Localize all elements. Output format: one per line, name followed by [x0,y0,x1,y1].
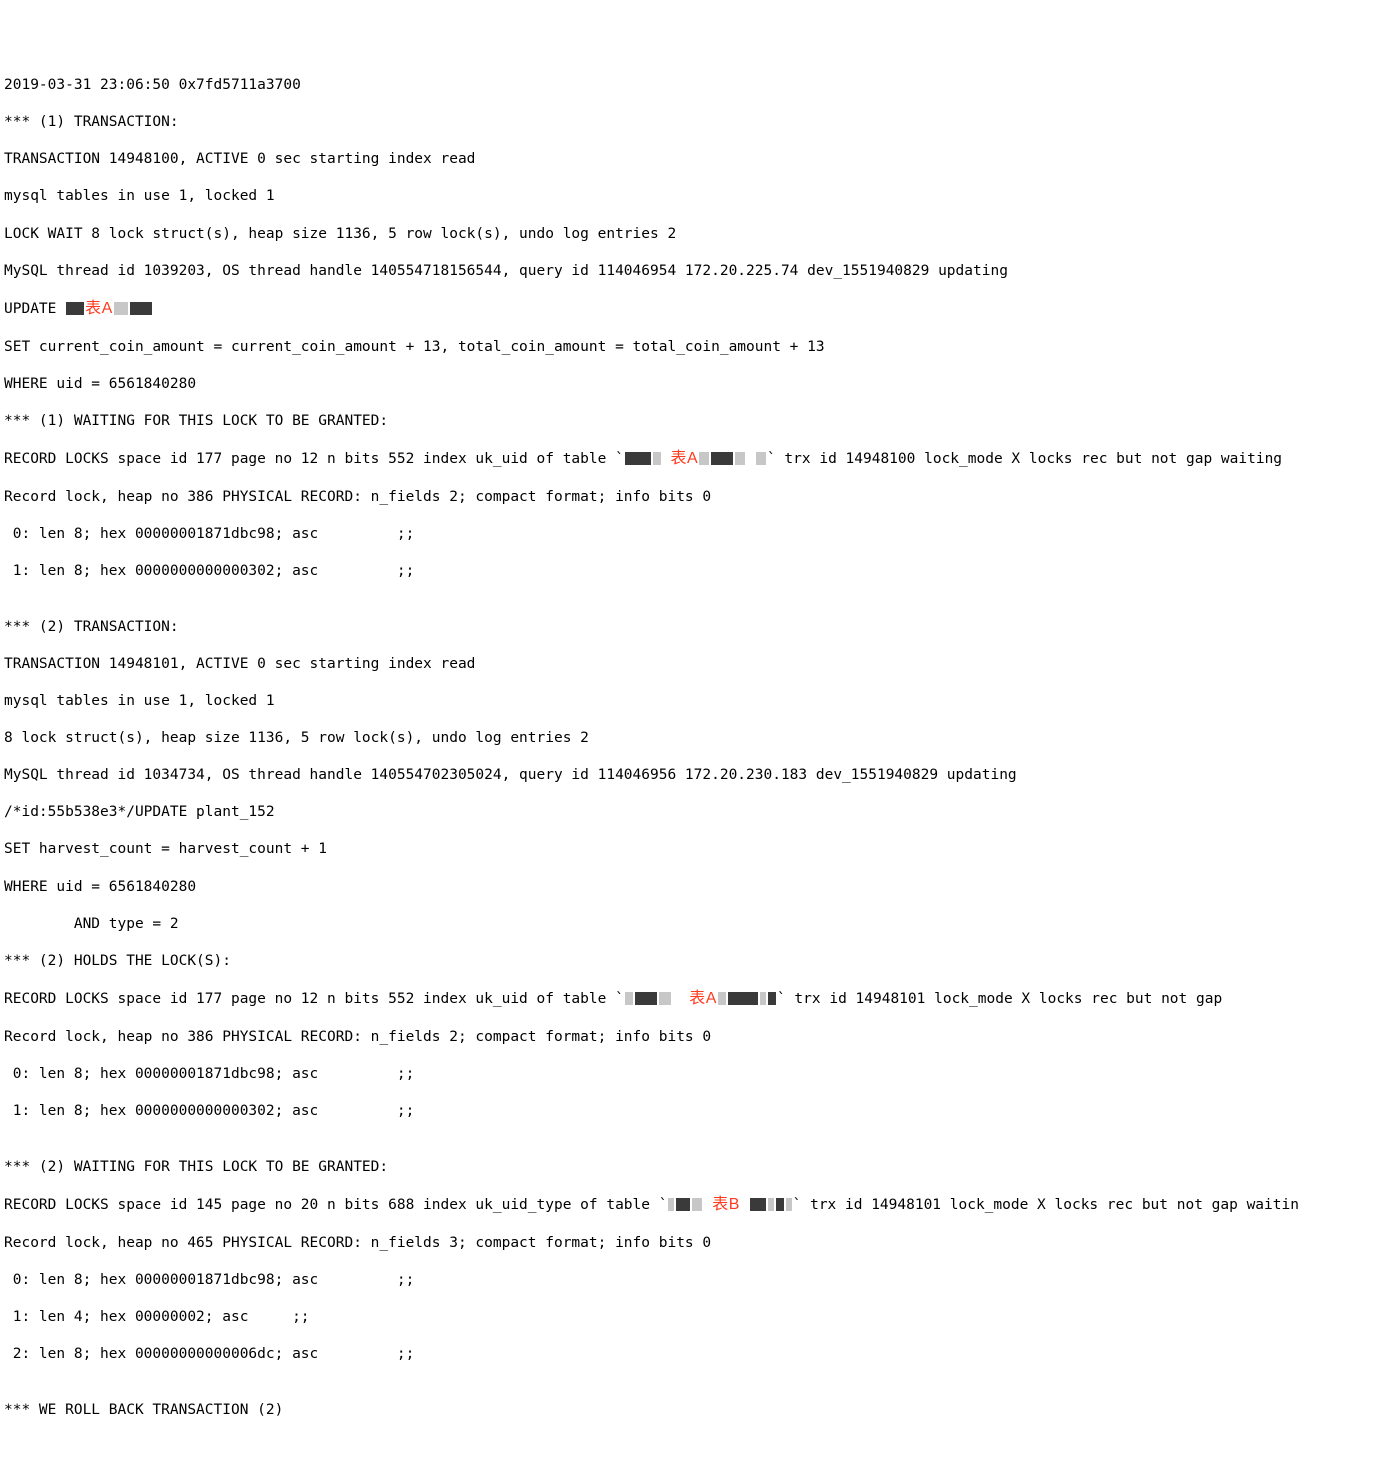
redaction-block [114,302,128,315]
redaction-block [768,1198,774,1211]
log-line: mysql tables in use 1, locked 1 [4,187,1384,206]
log-line-update-tableA: UPDATE 表A [4,299,1384,319]
log-line: 1: len 8; hex 0000000000000302; asc ;; [4,1102,1384,1121]
text-fragment: ` trx id 14948101 lock_mode X locks rec … [777,991,1222,1007]
annotation-table-a: 表A [671,450,699,467]
log-line: 0: len 8; hex 00000001871dbc98; asc ;; [4,1271,1384,1290]
text-fragment: RECORD LOCKS space id 177 page no 12 n b… [4,451,624,467]
redaction-block [130,302,152,315]
log-line: 2019-03-31 23:06:50 0x7fd5711a3700 [4,76,1384,95]
log-line: 2: len 8; hex 00000000000006dc; asc ;; [4,1345,1384,1364]
log-line: *** (1) TRANSACTION: [4,113,1384,132]
log-line: mysql tables in use 1, locked 1 [4,692,1384,711]
text-fragment: ` trx id 14948100 lock_mode X locks rec … [767,451,1282,467]
text-fragment: ` trx id 14948101 lock_mode X locks rec … [793,1197,1299,1213]
redaction-block [699,452,709,465]
redaction-block [66,302,84,315]
log-line: 0: len 8; hex 00000001871dbc98; asc ;; [4,1065,1384,1084]
log-line: MySQL thread id 1034734, OS thread handl… [4,766,1384,785]
redaction-block [676,1198,690,1211]
redaction-block [668,1198,674,1211]
log-line: *** WE ROLL BACK TRANSACTION (2) [4,1401,1384,1420]
log-line: Record lock, heap no 386 PHYSICAL RECORD… [4,488,1384,507]
log-line: 1: len 4; hex 00000002; asc ;; [4,1308,1384,1327]
log-line: TRANSACTION 14948101, ACTIVE 0 sec start… [4,655,1384,674]
redaction-block [653,452,661,465]
redaction-block [625,452,651,465]
log-line: TRANSACTION 14948100, ACTIVE 0 sec start… [4,150,1384,169]
log-line-recordlock-tableA-2: RECORD LOCKS space id 177 page no 12 n b… [4,989,1384,1009]
log-line: LOCK WAIT 8 lock struct(s), heap size 11… [4,225,1384,244]
redaction-block [728,992,758,1005]
redaction-block [718,992,726,1005]
text-fragment: RECORD LOCKS space id 145 page no 20 n b… [4,1197,667,1213]
log-line: 8 lock struct(s), heap size 1136, 5 row … [4,729,1384,748]
text-fragment: UPDATE [4,301,65,317]
log-line: *** (2) TRANSACTION: [4,618,1384,637]
log-line: *** (1) WAITING FOR THIS LOCK TO BE GRAN… [4,412,1384,431]
log-line: AND type = 2 [4,915,1384,934]
redaction-block [768,992,776,1005]
log-line: *** (2) HOLDS THE LOCK(S): [4,952,1384,971]
annotation-table-a: 表A [85,300,113,317]
log-line: WHERE uid = 6561840280 [4,375,1384,394]
log-line: 0: len 8; hex 00000001871dbc98; asc ;; [4,525,1384,544]
log-line-recordlock-tableB: RECORD LOCKS space id 145 page no 20 n b… [4,1195,1384,1215]
redaction-block [635,992,657,1005]
redaction-block [711,452,733,465]
log-line: *** (2) WAITING FOR THIS LOCK TO BE GRAN… [4,1158,1384,1177]
text-fragment: RECORD LOCKS space id 177 page no 12 n b… [4,991,624,1007]
redaction-block [776,1198,784,1211]
redaction-block [735,452,745,465]
redaction-block [786,1198,792,1211]
annotation-table-a: 表A [689,990,717,1007]
log-line: Record lock, heap no 465 PHYSICAL RECORD… [4,1234,1384,1253]
log-line: 1: len 8; hex 0000000000000302; asc ;; [4,562,1384,581]
redaction-block [692,1198,702,1211]
redaction-block [625,992,633,1005]
log-line: MySQL thread id 1039203, OS thread handl… [4,262,1384,281]
annotation-table-b: 表B [712,1196,740,1213]
redaction-block [659,992,671,1005]
log-line: SET current_coin_amount = current_coin_a… [4,338,1384,357]
log-line: WHERE uid = 6561840280 [4,878,1384,897]
log-line: /*id:55b538e3*/UPDATE plant_152 [4,803,1384,822]
redaction-block [750,1198,766,1211]
redaction-block [756,452,766,465]
redaction-block [760,992,766,1005]
log-line: SET harvest_count = harvest_count + 1 [4,840,1384,859]
log-line-recordlock-tableA-1: RECORD LOCKS space id 177 page no 12 n b… [4,449,1384,469]
log-line: Record lock, heap no 386 PHYSICAL RECORD… [4,1028,1384,1047]
